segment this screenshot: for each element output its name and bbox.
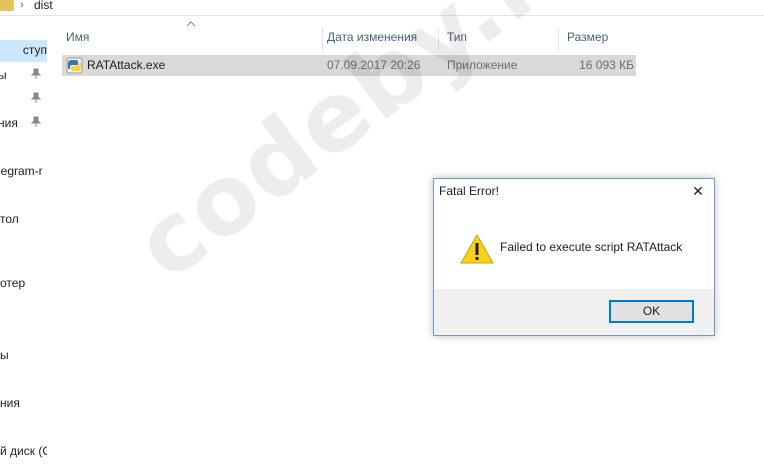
pin-icon[interactable]	[31, 116, 41, 128]
nav-item-images[interactable]: ния	[0, 113, 47, 135]
dialog-message: Failed to execute script RATAttack	[500, 240, 683, 254]
nav-item-label: отер	[0, 276, 26, 290]
breadcrumb-current[interactable]: dist	[34, 0, 53, 12]
dialog-body: Failed to execute script RATAttack	[434, 203, 714, 289]
column-header-name[interactable]: Имя	[62, 26, 322, 50]
python-exe-icon	[66, 57, 83, 74]
file-size: 16 093 КБ	[579, 58, 634, 72]
folder-icon	[0, 0, 14, 11]
pin-icon[interactable]	[31, 92, 41, 104]
file-name: RATAttack.exe	[87, 58, 166, 72]
nav-item-label: ния	[0, 396, 20, 410]
pin-icon[interactable]	[31, 68, 41, 80]
nav-item-local-disk[interactable]: й диск (C	[0, 441, 47, 463]
close-button[interactable]: ✕	[682, 179, 714, 203]
column-divider[interactable]	[558, 28, 559, 50]
ok-button[interactable]: OK	[609, 300, 694, 323]
navigation-pane: ступ ы ния legram-r тол отер ы ния й дис…	[0, 16, 47, 464]
nav-item-documents[interactable]	[0, 89, 47, 111]
nav-item-pictures[interactable]: ния	[0, 393, 47, 415]
nav-item-videos[interactable]: ы	[0, 345, 47, 367]
dialog-title: Fatal Error!	[439, 184, 500, 198]
nav-item-telegram[interactable]: legram-r	[0, 161, 47, 183]
nav-item-label: ступ	[22, 43, 47, 57]
nav-item-desktop[interactable]: тол	[0, 209, 47, 231]
nav-item-quick-access[interactable]: ступ	[0, 40, 47, 62]
dialog-footer: OK	[434, 289, 714, 335]
nav-item-downloads[interactable]: ы	[0, 65, 47, 87]
error-dialog: Fatal Error! ✕ Failed to execute script …	[433, 178, 715, 336]
nav-item-label: тол	[0, 212, 19, 226]
nav-item-label: legram-r	[0, 164, 43, 178]
warning-icon	[460, 234, 494, 264]
nav-item-label: й диск (C	[0, 444, 47, 458]
nav-item-label: ы	[0, 68, 7, 82]
nav-item-computer[interactable]: отер	[0, 273, 47, 295]
chevron-right-icon: ›	[20, 0, 24, 11]
nav-item-label: ния	[0, 116, 18, 130]
nav-item-label: ы	[0, 348, 9, 362]
column-header-size[interactable]: Размер	[563, 26, 640, 50]
